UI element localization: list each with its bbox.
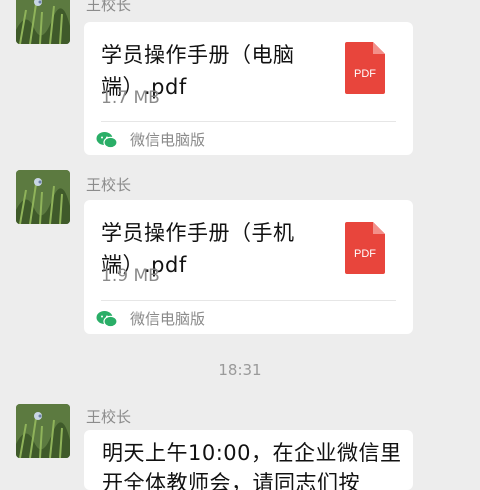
text-message-bubble[interactable]: 明天上午10:00，在企业微信里开全体教师会，请同志们按 [84,430,413,490]
avatar-photo [16,170,70,224]
file-message-card[interactable]: 学员操作手册（电脑端）.pdf 1.7 MB PDF 微信电脑版 [84,22,413,155]
message-text: 明天上午10:00，在企业微信里开全体教师会，请同志们按 [102,441,402,490]
pdf-icon-label: PDF [354,248,376,260]
message-source: 微信电脑版 [96,308,205,329]
avatar[interactable] [16,0,70,44]
avatar[interactable] [16,404,70,458]
sender-name: 王校长 [86,176,132,194]
message-source: 微信电脑版 [96,129,205,150]
pdf-icon-label: PDF [354,68,376,80]
avatar-photo [16,404,70,458]
source-label: 微信电脑版 [130,131,206,149]
wechat-icon [96,310,118,328]
divider [101,121,396,122]
pdf-file-icon: PDF [345,42,385,94]
divider [101,300,396,301]
avatar[interactable] [16,170,70,224]
pdf-file-icon: PDF [345,222,385,274]
source-label: 微信电脑版 [130,310,206,328]
file-message-card[interactable]: 学员操作手册（手机端）.pdf 1.9 MB PDF 微信电脑版 [84,200,413,334]
file-size: 1.9 MB [101,266,160,286]
sender-name: 王校长 [86,408,132,426]
file-size: 1.7 MB [101,88,160,108]
wechat-icon [96,131,118,149]
chat-timestamp: 18:31 [218,361,262,379]
avatar-photo [16,0,70,44]
sender-name: 王校长 [86,0,132,14]
